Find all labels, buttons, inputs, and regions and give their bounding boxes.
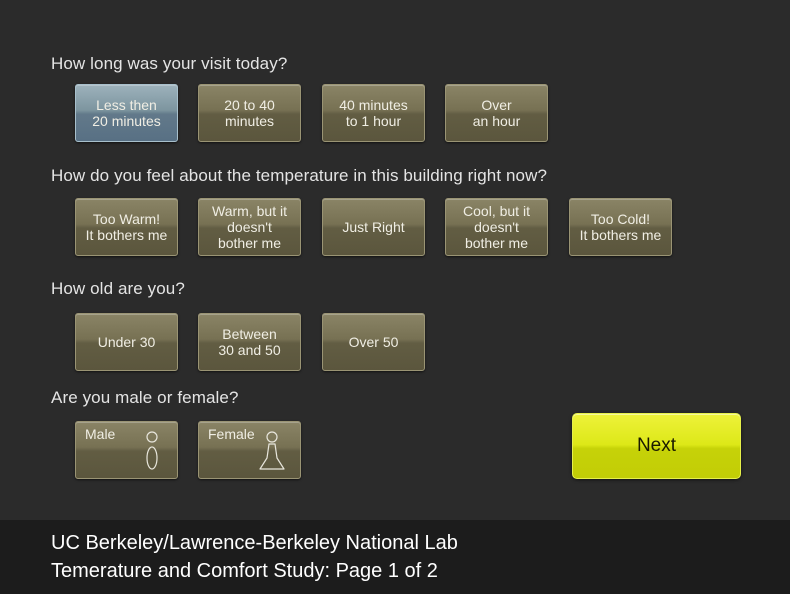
option-warm-ok[interactable]: Warm, but it doesn't bother me (198, 198, 301, 256)
option-20-to-40-minutes[interactable]: 20 to 40 minutes (198, 84, 301, 142)
question-temperature: How do you feel about the temperature in… (51, 166, 548, 185)
option-over-50[interactable]: Over 50 (322, 313, 425, 371)
option-too-cold[interactable]: Too Cold! It bothers me (569, 198, 672, 256)
question-visit-length: How long was your visit today? (51, 54, 288, 73)
option-less-than-20-minutes[interactable]: Less then 20 minutes (75, 84, 178, 142)
next-button[interactable]: Next (572, 413, 741, 479)
next-button-label: Next (636, 435, 677, 456)
option-label: Male (85, 426, 116, 442)
option-label: Under 30 (97, 334, 156, 350)
option-between-30-and-50[interactable]: Between 30 and 50 (198, 313, 301, 371)
option-label: Less then 20 minutes (92, 97, 161, 129)
option-label: 40 minutes to 1 hour (339, 97, 408, 129)
footer-study-page: Temerature and Comfort Study: Page 1 of … (51, 560, 438, 582)
question-age: How old are you? (51, 279, 185, 298)
option-cool-ok[interactable]: Cool, but it doesn't bother me (445, 198, 548, 256)
option-label: Too Cold! It bothers me (579, 211, 662, 243)
option-under-30[interactable]: Under 30 (75, 313, 178, 371)
female-figure-icon (259, 431, 285, 470)
option-over-an-hour[interactable]: Over an hour (445, 84, 548, 142)
option-label: Just Right (342, 219, 405, 235)
option-label: Warm, but it doesn't bother me (212, 203, 287, 251)
option-40-minutes-to-1-hour[interactable]: 40 minutes to 1 hour (322, 84, 425, 142)
survey-panel: How long was your visit today? Less then… (0, 0, 790, 520)
option-label: Over 50 (348, 334, 399, 350)
footer-institution: UC Berkeley/Lawrence-Berkeley National L… (51, 532, 458, 554)
option-just-right[interactable]: Just Right (322, 198, 425, 256)
option-label: 20 to 40 minutes (224, 97, 275, 129)
question-gender: Are you male or female? (51, 388, 239, 407)
option-label: Over an hour (472, 97, 521, 129)
option-label: Cool, but it doesn't bother me (463, 203, 530, 251)
option-label: Between 30 and 50 (218, 326, 281, 358)
option-too-warm[interactable]: Too Warm! It bothers me (75, 198, 178, 256)
option-female[interactable]: Female (198, 421, 301, 479)
footer: UC Berkeley/Lawrence-Berkeley National L… (0, 520, 790, 594)
option-label: Female (208, 426, 255, 442)
option-label: Too Warm! It bothers me (85, 211, 168, 243)
male-figure-icon (146, 431, 158, 470)
option-male[interactable]: Male (75, 421, 178, 479)
